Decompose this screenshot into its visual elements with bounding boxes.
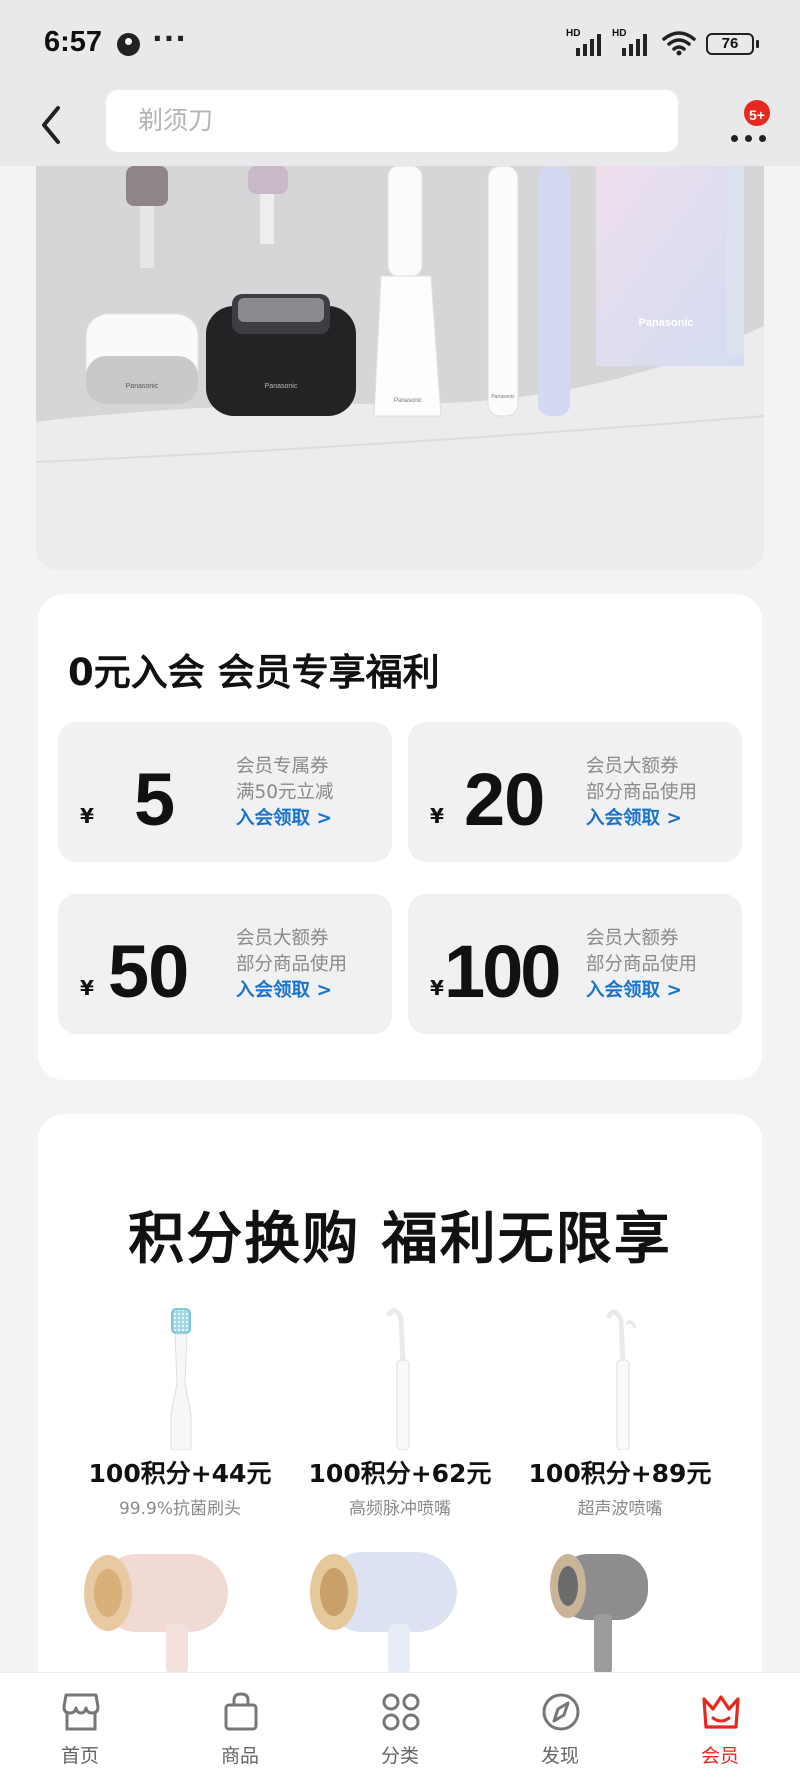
product-desc: 高频脉冲喷嘴: [349, 1499, 451, 1519]
hair-dryer-icon[interactable]: [310, 1552, 457, 1674]
coupon-5[interactable]: ¥ 5 会员专属券 满50元立减 入会领取 >: [58, 722, 392, 862]
product-desc: 超声波喷嘴: [577, 1499, 663, 1519]
irrigator-nozzles-icon: [606, 1309, 637, 1451]
currency-symbol: ¥: [430, 804, 444, 828]
product-price: 100积分+44元: [88, 1459, 272, 1488]
back-arrow-icon[interactable]: [32, 100, 72, 150]
coupon-type: 会员专属券: [236, 756, 329, 777]
coupon-type: 会员大额券: [586, 928, 679, 949]
claim-link[interactable]: 入会领取 >: [586, 978, 697, 1004]
battery-icon: 76: [706, 33, 759, 55]
crown-icon: [702, 1695, 740, 1729]
notification-dot-icon: [117, 33, 140, 56]
brand-label: Panasonic: [491, 394, 515, 400]
coupon-amount: 50: [108, 930, 189, 1013]
coupon-amount: 100: [444, 930, 561, 1013]
more-menu-button[interactable]: 5+: [728, 98, 772, 148]
nav-home[interactable]: 首页: [20, 1673, 140, 1777]
points-title: 积分换购 福利无限享: [128, 1207, 672, 1272]
search-input[interactable]: 剃须刀: [106, 90, 678, 152]
brand-label: Panasonic: [394, 398, 422, 404]
product-price: 100积分+89元: [528, 1459, 712, 1488]
claim-link[interactable]: 入会领取 >: [236, 806, 334, 832]
currency-symbol: ¥: [430, 976, 444, 1000]
product-price: 100积分+62元: [308, 1459, 492, 1488]
nav-label: 会员: [700, 1745, 739, 1767]
status-more-icon: ···: [152, 22, 187, 55]
coupon-condition: 部分商品使用: [586, 782, 698, 803]
coupon-100[interactable]: ¥ 100 会员大额券 部分商品使用 入会领取 >: [408, 894, 742, 1034]
product-item[interactable]: 100积分+62元 高频脉冲喷嘴: [285, 1304, 515, 1519]
nav-products[interactable]: 商品: [180, 1673, 300, 1777]
coupon-amount: 20: [464, 758, 545, 841]
nav-label: 发现: [540, 1745, 579, 1767]
member-benefits-card: 0元入会 会员专享福利 ¥ 5 会员专属券 满50元立减 入会领取 > ¥ 20…: [38, 594, 762, 1080]
currency-symbol: ¥: [80, 804, 94, 828]
currency-symbol: ¥: [80, 976, 94, 1000]
grid-icon: [382, 1693, 420, 1731]
product-desc: 99.9%抗菌刷头: [118, 1499, 241, 1519]
brand-label: Panasonic: [638, 317, 693, 329]
compass-icon: [542, 1693, 580, 1731]
nav-label: 商品: [220, 1745, 259, 1767]
brand-label: Panasonic: [126, 383, 159, 390]
coupon-amount: 5: [134, 758, 175, 841]
nav-label: 首页: [60, 1745, 99, 1767]
coupon-condition: 部分商品使用: [586, 954, 698, 975]
notification-badge: 5+: [742, 98, 772, 128]
product-item[interactable]: 100积分+89元 超声波喷嘴: [505, 1304, 735, 1519]
product-item[interactable]: 100积分+44元 99.9%抗菌刷头: [65, 1304, 295, 1519]
status-bar: 6:57 ··· HD HD 76: [0, 0, 800, 88]
signal-2-icon: HD: [612, 28, 652, 56]
coupon-20[interactable]: ¥ 20 会员大额券 部分商品使用 入会领取 >: [408, 722, 742, 862]
top-header: 剃须刀 5+: [0, 88, 800, 166]
coupon-type: 会员大额券: [586, 756, 679, 777]
product-banner[interactable]: Panasonic Panasonic Panasonic Panasonic …: [36, 166, 764, 570]
nav-discover[interactable]: 发现: [500, 1673, 620, 1777]
wifi-icon: [662, 31, 696, 56]
coupon-condition: 满50元立减: [236, 782, 334, 803]
claim-link[interactable]: 入会领取 >: [236, 978, 347, 1004]
banner-products-image: Panasonic Panasonic Panasonic Panasonic …: [36, 166, 764, 570]
home-icon: [62, 1693, 100, 1731]
status-time: 6:57: [44, 26, 103, 58]
brand-label: Panasonic: [265, 383, 298, 390]
coupon-condition: 部分商品使用: [236, 954, 348, 975]
signal-1-icon: HD: [566, 28, 606, 56]
member-title: 0元入会 会员专享福利: [68, 651, 440, 694]
nav-member[interactable]: 会员: [660, 1673, 780, 1777]
bag-icon: [224, 1692, 258, 1731]
hair-dryer-icon[interactable]: [550, 1554, 648, 1674]
nav-label: 分类: [380, 1745, 419, 1767]
hair-dryer-icon[interactable]: [84, 1554, 228, 1674]
bottom-nav: 首页 商品 分类 发现 会员: [0, 1672, 800, 1777]
hair-dryer-row: [84, 1552, 648, 1674]
nav-category[interactable]: 分类: [340, 1673, 460, 1777]
claim-link[interactable]: 入会领取 >: [586, 806, 697, 832]
toothbrush-head-icon: [170, 1308, 192, 1451]
more-dots-icon: [731, 135, 766, 142]
coupon-50[interactable]: ¥ 50 会员大额券 部分商品使用 入会领取 >: [58, 894, 392, 1034]
coupon-type: 会员大额券: [236, 928, 329, 949]
irrigator-nozzle-icon: [386, 1308, 410, 1451]
